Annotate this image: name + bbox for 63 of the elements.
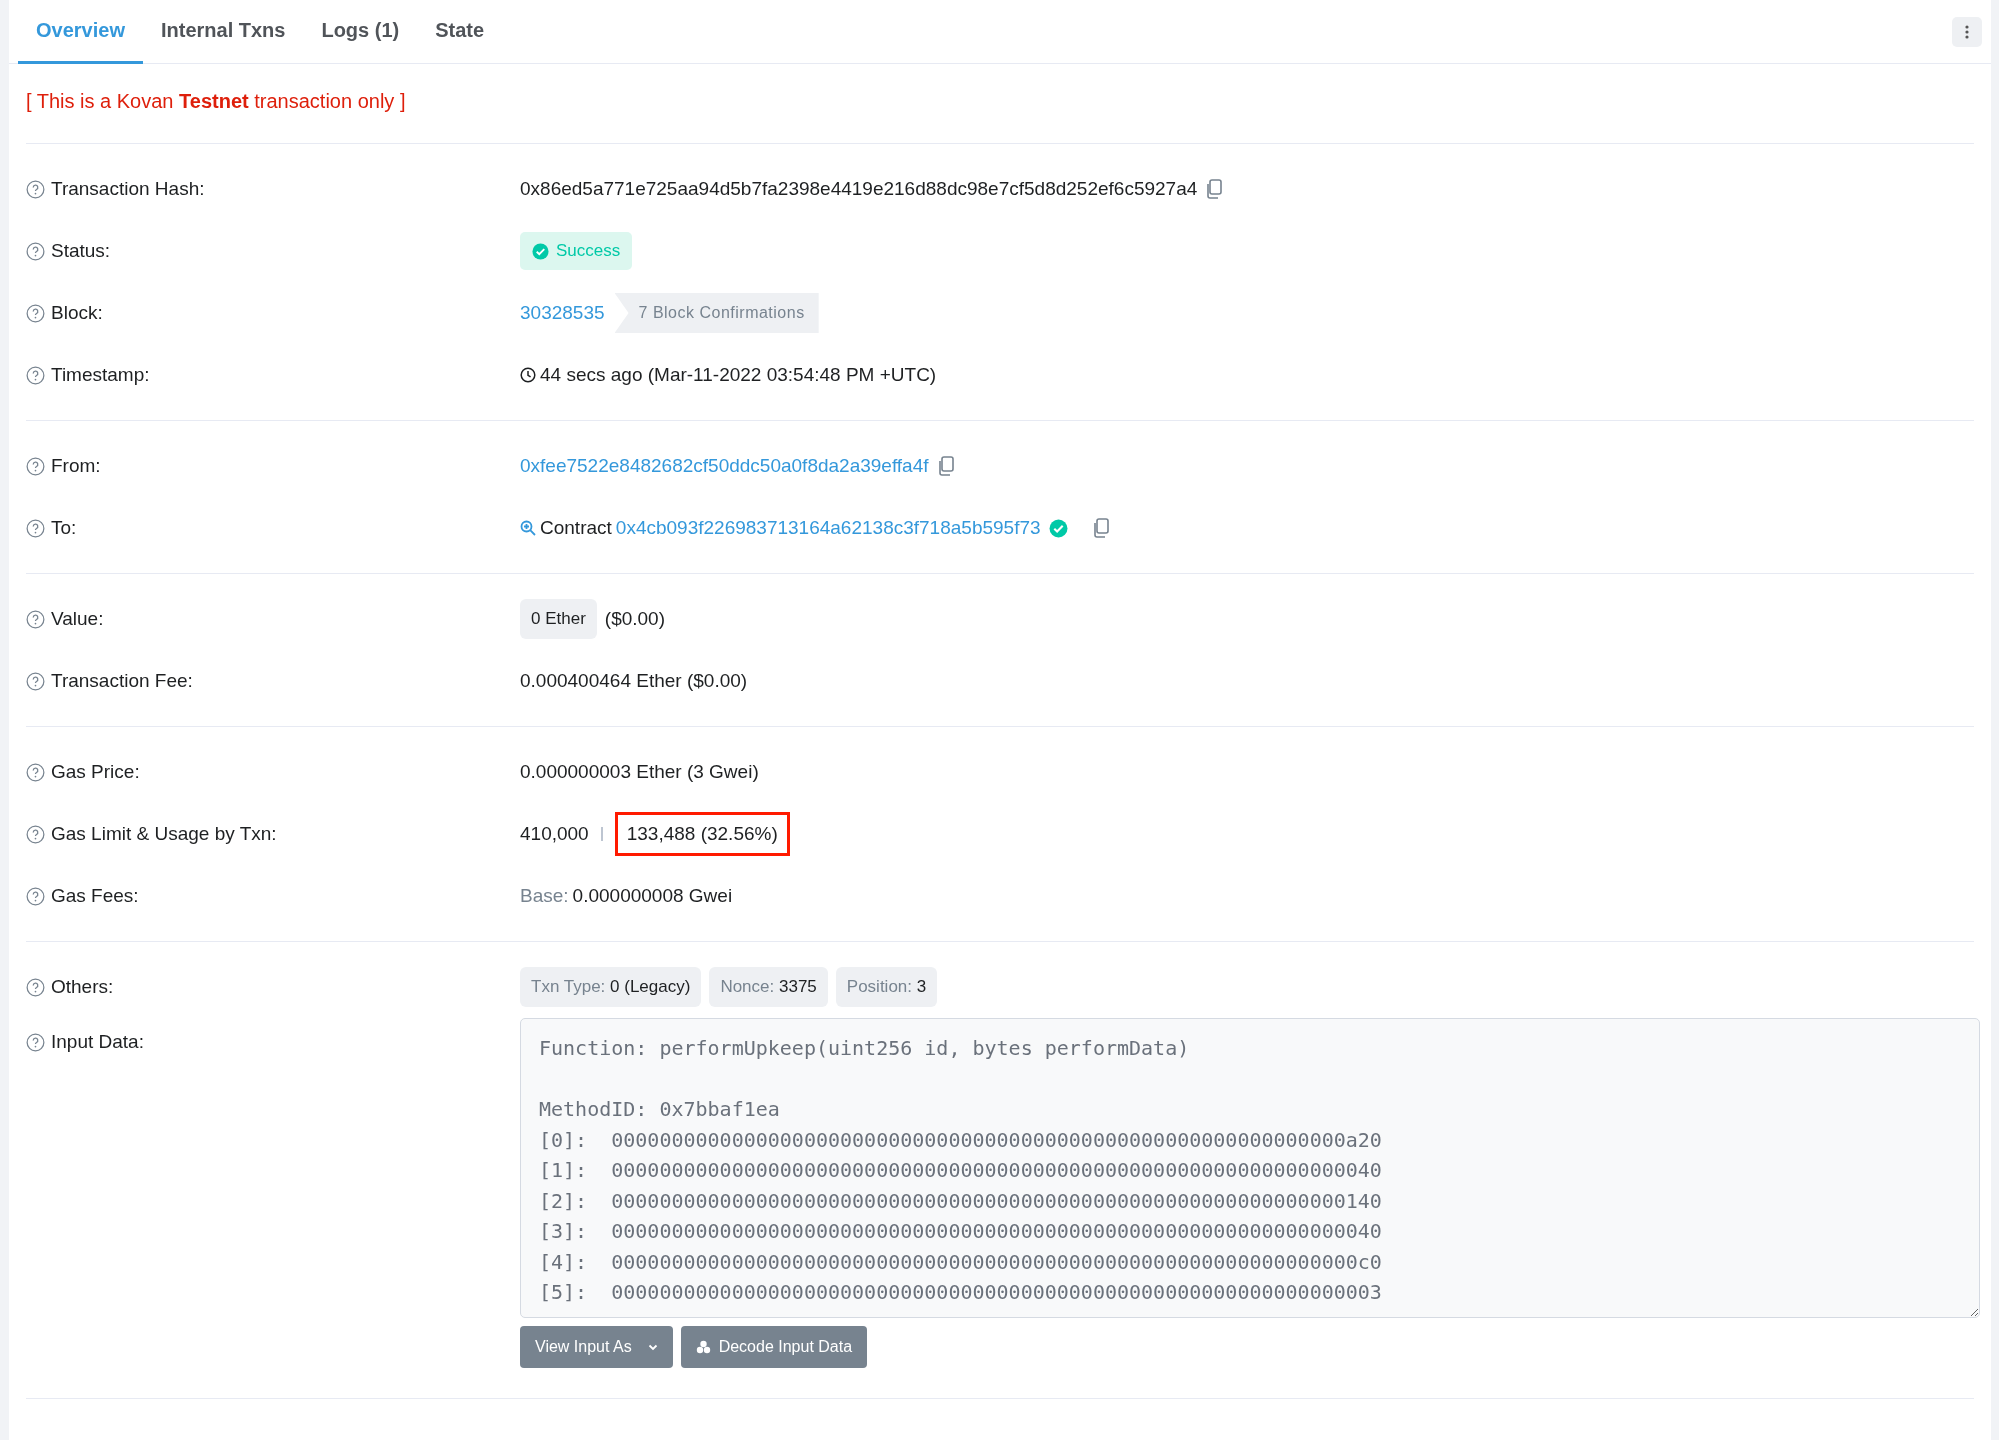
field-label: Timestamp:	[51, 362, 150, 387]
gas-usage: 133,488 (32.56%)	[614, 811, 790, 857]
help-icon	[26, 179, 45, 199]
contract-label: Contract	[540, 515, 612, 540]
help-icon	[26, 518, 45, 538]
field-value: 0.000000003 Ether (3 Gwei)	[520, 759, 759, 784]
tab[interactable]: State	[417, 0, 503, 64]
testnet-notice: [ This is a Kovan Testnet transaction only ]	[26, 90, 406, 112]
help-icon	[26, 886, 45, 906]
field-label: Others:	[51, 974, 114, 999]
field-label: Input Data:	[51, 1030, 144, 1054]
copy-icon[interactable]	[936, 456, 955, 476]
contract-link[interactable]: 0x4cb093f226983713164a62138c3f718a5b595f73	[615, 513, 1041, 543]
copy-icon[interactable]	[1205, 179, 1224, 199]
help-icon	[26, 977, 45, 997]
field-label: Value:	[51, 606, 104, 631]
zoom-in-icon	[520, 520, 536, 536]
help-icon	[26, 365, 45, 385]
help-icon	[26, 762, 45, 782]
caret-icon	[647, 1343, 658, 1351]
info-pill: Nonce: 3375	[709, 967, 828, 1007]
gas-limit: 410,000	[520, 821, 589, 846]
status-badge: Success	[520, 232, 633, 270]
verified-check-icon	[1048, 518, 1068, 538]
view-input-dropdown[interactable]: View Input As	[520, 1326, 673, 1368]
cubes-icon	[695, 1340, 711, 1354]
help-icon	[26, 609, 45, 629]
field-label: To:	[51, 515, 77, 540]
base-fee: 0.000000008 Gwei	[572, 883, 733, 908]
base-label: Base:	[520, 883, 569, 908]
fiat-value: ($0.00)	[604, 606, 665, 631]
field-label: Transaction Fee:	[51, 668, 193, 693]
tab[interactable]: Overview	[18, 0, 143, 64]
help-icon	[26, 241, 45, 261]
field-value: 0.000400464 Ether ($0.00)	[520, 668, 748, 693]
input-data-field[interactable]: Function: performUpkeep(uint256 id, bytes performData) MethodID: 0x7bbaf1ea [0]: 0000000000000000000000000000000000000000000000000000000000000a20 [1]: 0000000000000000000000000000000000000000000000000000000000000040 [2]: 0000000000000000000000000000000000000000000000000000000000000140 [3]: 0000000000000000000000000000000000000000000000000000000000000040 [4]: 00000000000000000000000000000000000000000000000000000000000000c0 [5]: 0000000000000000000000000000000000000000000000000000000000000003	[520, 1018, 1980, 1318]
clock-icon	[520, 367, 536, 383]
help-icon	[26, 824, 45, 844]
amount-pill: 0 Ether	[520, 599, 597, 639]
transaction-hash: 0x86ed5a771e725aa94d5b7fa2398e4419e216d88dc98e7cf5d8d252ef6c5927a4	[520, 176, 1198, 201]
more-vertical-icon	[1965, 24, 1969, 39]
block-link[interactable]: 30328535	[520, 298, 605, 328]
more-menu-button[interactable]	[1952, 16, 1982, 47]
help-icon	[26, 1032, 45, 1052]
field-label: Block:	[51, 300, 103, 325]
copy-icon[interactable]	[1091, 518, 1110, 538]
timestamp-text: 44 secs ago (Mar-11-2022 03:54:48 PM +UTC)	[540, 362, 937, 387]
field-label: Transaction Hash:	[51, 176, 205, 201]
field-label: Gas Limit & Usage by Txn:	[51, 821, 277, 846]
address-link[interactable]: 0xfee7522e8482682cf50ddc50a0f8da2a39effa4f	[520, 451, 929, 481]
tab[interactable]: Logs (1)	[303, 0, 418, 64]
decode-input-button[interactable]: Decode Input Data	[680, 1326, 868, 1368]
help-icon	[26, 456, 45, 476]
tab[interactable]: Internal Txns	[142, 0, 304, 64]
info-pill: Txn Type: 0 (Legacy)	[520, 967, 702, 1007]
field-label: From:	[51, 453, 101, 478]
field-label: Gas Fees:	[51, 883, 139, 908]
info-pill: Position: 3	[835, 967, 938, 1007]
field-label: Status:	[51, 238, 111, 263]
field-label: Gas Price:	[51, 759, 140, 784]
help-icon	[26, 303, 45, 323]
help-icon	[26, 671, 45, 691]
confirmations-badge: 7 Block Confirmations	[614, 293, 819, 333]
